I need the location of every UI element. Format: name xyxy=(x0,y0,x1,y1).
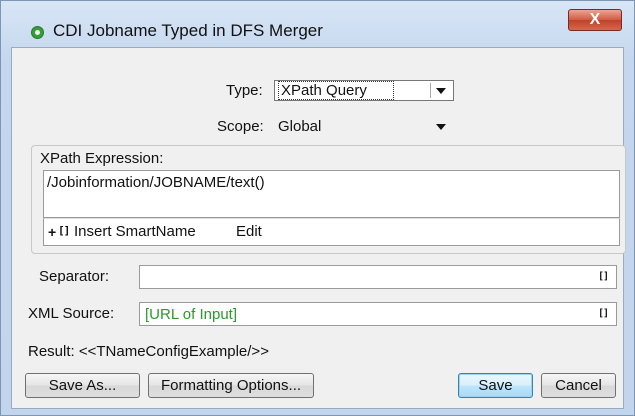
scope-label: Scope: xyxy=(217,118,264,135)
dropdown-separator xyxy=(430,83,431,98)
window-title: CDI Jobname Typed in DFS Merger xyxy=(53,21,323,40)
xpath-label: XPath Expression: xyxy=(40,150,164,167)
cancel-button[interactable]: Cancel xyxy=(541,373,616,398)
xml-source-field[interactable]: [URL of Input] [] xyxy=(139,302,617,326)
plus-icon[interactable]: + xyxy=(48,224,56,240)
xpath-expression-input[interactable]: /Jobinformation/JOBNAME/text() xyxy=(43,170,620,218)
type-value: XPath Query xyxy=(278,81,394,100)
xml-source-label: XML Source: xyxy=(28,305,115,322)
dialog-content: Type: XPath Query Scope: Global XPath Ex… xyxy=(11,47,626,409)
xpath-group: XPath Expression: /Jobinformation/JOBNAM… xyxy=(31,145,626,254)
save-button[interactable]: Save xyxy=(458,373,533,398)
close-button[interactable]: X xyxy=(568,9,622,31)
save-as-button[interactable]: Save As... xyxy=(25,373,140,398)
separator-field[interactable]: [] xyxy=(139,265,617,289)
chevron-down-icon xyxy=(436,88,446,94)
formatting-options-button[interactable]: Formatting Options... xyxy=(148,373,314,398)
separator-label: Separator: xyxy=(39,268,110,285)
smartname-bracket-icon[interactable]: [] xyxy=(598,308,609,319)
insert-smartname-button[interactable]: Insert SmartName xyxy=(74,223,196,240)
xpath-expression-text: /Jobinformation/JOBNAME/text() xyxy=(47,174,265,191)
dialog-window: CDI Jobname Typed in DFS Merger X Type: … xyxy=(0,0,635,416)
edit-button[interactable]: Edit xyxy=(236,223,262,240)
scope-value: Global xyxy=(278,118,322,135)
app-icon xyxy=(31,26,44,39)
result-text: Result: <<TNameConfigExample/>> xyxy=(28,343,269,360)
xml-source-value: [URL of Input] xyxy=(145,306,237,323)
title-bar[interactable]: CDI Jobname Typed in DFS Merger X xyxy=(1,1,634,43)
type-dropdown[interactable]: XPath Query xyxy=(274,80,454,101)
smartname-bracket-icon[interactable]: [] xyxy=(58,224,70,237)
type-label: Type: xyxy=(226,82,263,99)
smartname-bracket-icon[interactable]: [] xyxy=(598,271,609,282)
xpath-toolbar: + [] Insert SmartName Edit xyxy=(43,218,620,246)
scope-dropdown[interactable]: Global xyxy=(274,116,454,137)
chevron-down-icon xyxy=(436,124,446,130)
